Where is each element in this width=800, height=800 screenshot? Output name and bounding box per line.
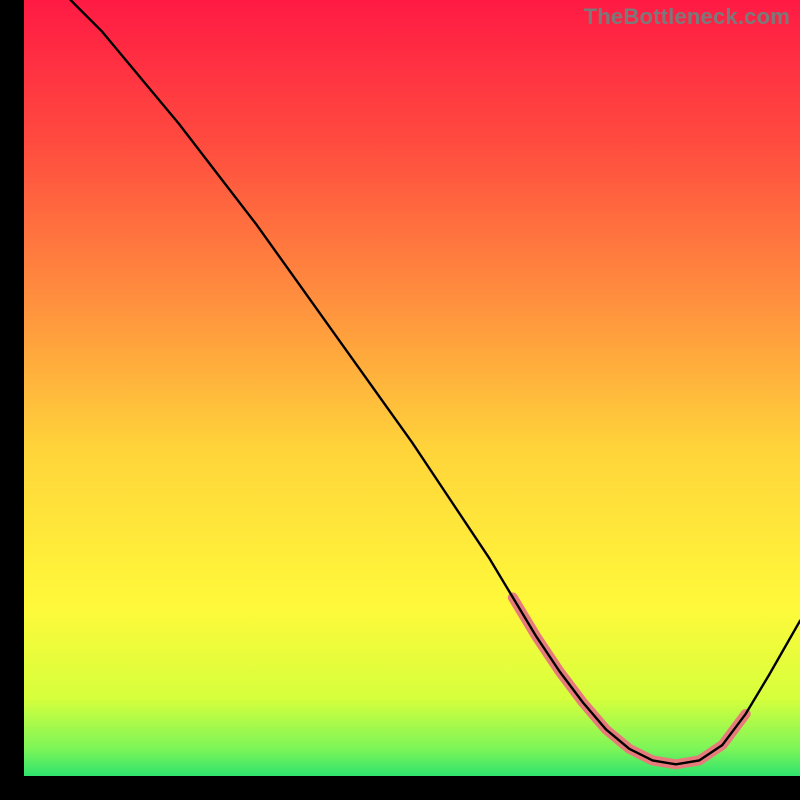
chart-svg (0, 0, 800, 800)
watermark-text: TheBottleneck.com (584, 4, 790, 30)
chart-stage: TheBottleneck.com (0, 0, 800, 800)
plot-background (24, 0, 800, 776)
